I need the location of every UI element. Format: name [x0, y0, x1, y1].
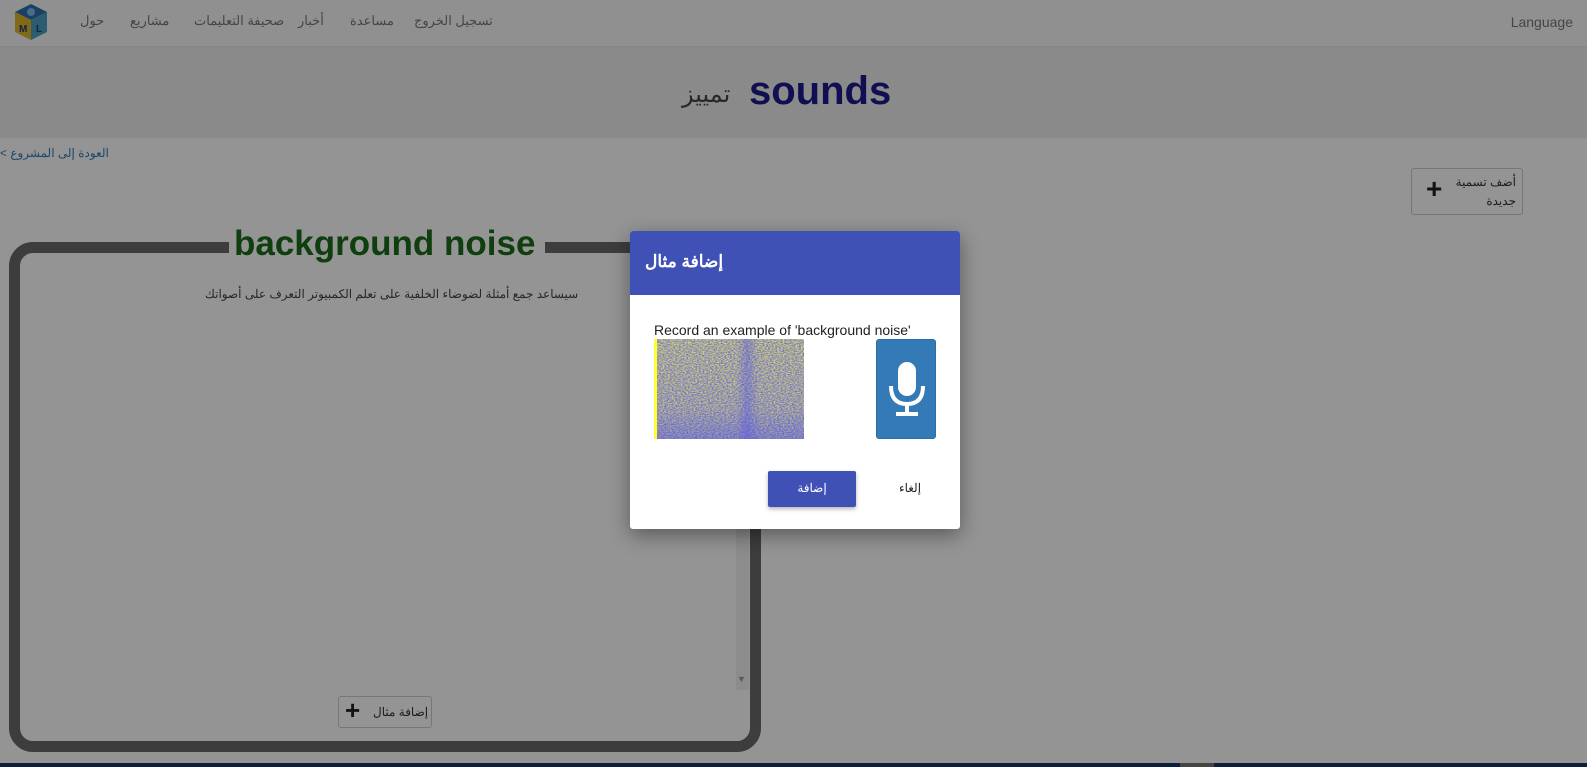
spectrogram-preview	[654, 339, 804, 439]
add-button[interactable]: إضافة	[768, 471, 856, 507]
microphone-icon	[889, 362, 925, 416]
record-prompt: Record an example of 'background noise'	[654, 322, 911, 338]
add-button-label: إضافة	[797, 481, 827, 495]
dialog-header: إضافة مثال	[630, 231, 960, 295]
dialog-title: إضافة مثال	[645, 252, 724, 271]
record-microphone-button[interactable]	[876, 339, 936, 439]
bottom-strip	[0, 763, 1587, 767]
cancel-button-label: إلغاء	[898, 481, 922, 495]
cancel-button[interactable]: إلغاء	[885, 471, 935, 507]
add-example-dialog: إضافة مثال Record an example of 'backgro…	[630, 231, 960, 529]
